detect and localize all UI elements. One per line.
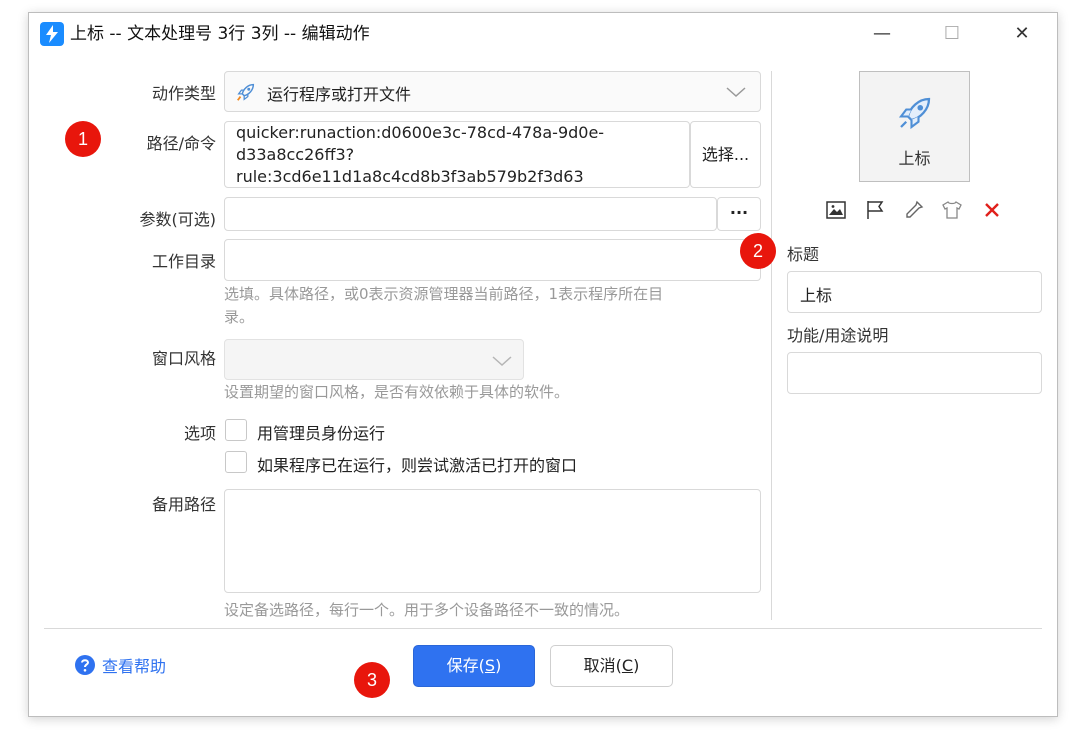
window-style-hint: 设置期望的窗口风格，是否有效依赖于具体的软件。 [224, 383, 570, 401]
window-style-select[interactable] [224, 339, 524, 380]
flag-icon[interactable] [863, 198, 889, 224]
delete-icon[interactable] [980, 198, 1006, 224]
icon-preview-label: 上标 [898, 149, 931, 168]
help-icon [74, 654, 96, 676]
eyedropper-icon[interactable] [902, 198, 928, 224]
chevron-down-icon [491, 353, 513, 372]
title-label: 标题 [787, 245, 820, 264]
params-more-button[interactable]: ··· [717, 197, 761, 231]
cancel-button-text: 取消( [583, 656, 622, 675]
image-icon[interactable] [824, 198, 850, 224]
panel-divider [771, 71, 772, 620]
help-link-text: 查看帮助 [102, 657, 167, 676]
path-label: 路径/命令 [146, 134, 216, 153]
params-input[interactable] [224, 197, 717, 231]
icon-preview-button[interactable]: 上标 [859, 71, 970, 182]
cancel-button[interactable]: 取消(C) [550, 645, 673, 687]
cancel-button-paren: ) [633, 656, 640, 675]
backup-path-hint: 设定备选路径，每行一个。用于多个设备路径不一致的情况。 [224, 601, 630, 619]
save-button-paren: ) [495, 656, 502, 675]
window-style-label: 窗口风格 [151, 349, 216, 368]
minimize-button[interactable]: — [860, 18, 904, 50]
description-input[interactable] [787, 352, 1042, 394]
action-type-label: 动作类型 [151, 84, 216, 103]
cancel-button-accesskey: C [621, 656, 634, 675]
chevron-down-icon [725, 84, 747, 103]
workdir-input[interactable] [224, 239, 761, 281]
path-command-input[interactable]: quicker:runaction:d0600e3c-78cd-478a-9d0… [224, 121, 690, 188]
annotation-badge-3: 3 [354, 662, 390, 698]
rocket-icon [894, 92, 936, 138]
save-button-accesskey: S [484, 656, 496, 675]
help-link[interactable]: 查看帮助 [74, 653, 166, 677]
workdir-label: 工作目录 [151, 252, 216, 271]
save-button[interactable]: 保存(S) [413, 645, 535, 687]
save-button-text: 保存( [446, 656, 485, 675]
path-line-3: rule:3cd6e11d1a8c4cd8b3f3ab579b2f3d63 [236, 167, 584, 186]
action-type-value: 运行程序或打开文件 [267, 85, 412, 104]
workdir-hint-line-1: 选填。具体路径，或0表示资源管理器当前路径，1表示程序所在目 [224, 285, 664, 303]
maximize-button[interactable]: ☐ [930, 18, 974, 50]
activate-window-checkbox[interactable] [225, 451, 247, 473]
annotation-badge-2: 2 [740, 233, 776, 269]
close-button[interactable]: ✕ [1000, 18, 1044, 50]
footer-divider [44, 628, 1042, 629]
tshirt-icon[interactable] [940, 198, 966, 224]
admin-option-label[interactable]: 用管理员身份运行 [257, 420, 385, 444]
backup-path-textarea[interactable] [224, 489, 761, 593]
params-label: 参数(可选) [139, 210, 217, 229]
rocket-icon [235, 81, 257, 107]
action-type-select[interactable]: 运行程序或打开文件 [224, 71, 761, 112]
window-title: 上标 -- 文本处理号 3行 3列 -- 编辑动作 [70, 24, 370, 44]
description-label: 功能/用途说明 [787, 326, 889, 345]
admin-checkbox[interactable] [225, 419, 247, 441]
backup-path-label: 备用路径 [151, 495, 216, 514]
options-label: 选项 [183, 424, 216, 443]
title-input-value: 上标 [800, 286, 833, 305]
title-input[interactable]: 上标 [787, 271, 1042, 313]
path-line-1: quicker:runaction:d0600e3c-78cd-478a-9d0… [236, 123, 605, 142]
workdir-hint-line-2: 录。 [224, 308, 255, 326]
activate-window-option-label[interactable]: 如果程序已在运行，则尝试激活已打开的窗口 [257, 452, 577, 476]
quicker-app-icon [40, 22, 64, 46]
path-line-2: d33a8cc26ff3? [236, 145, 355, 164]
choose-button[interactable]: 选择... [690, 121, 761, 188]
